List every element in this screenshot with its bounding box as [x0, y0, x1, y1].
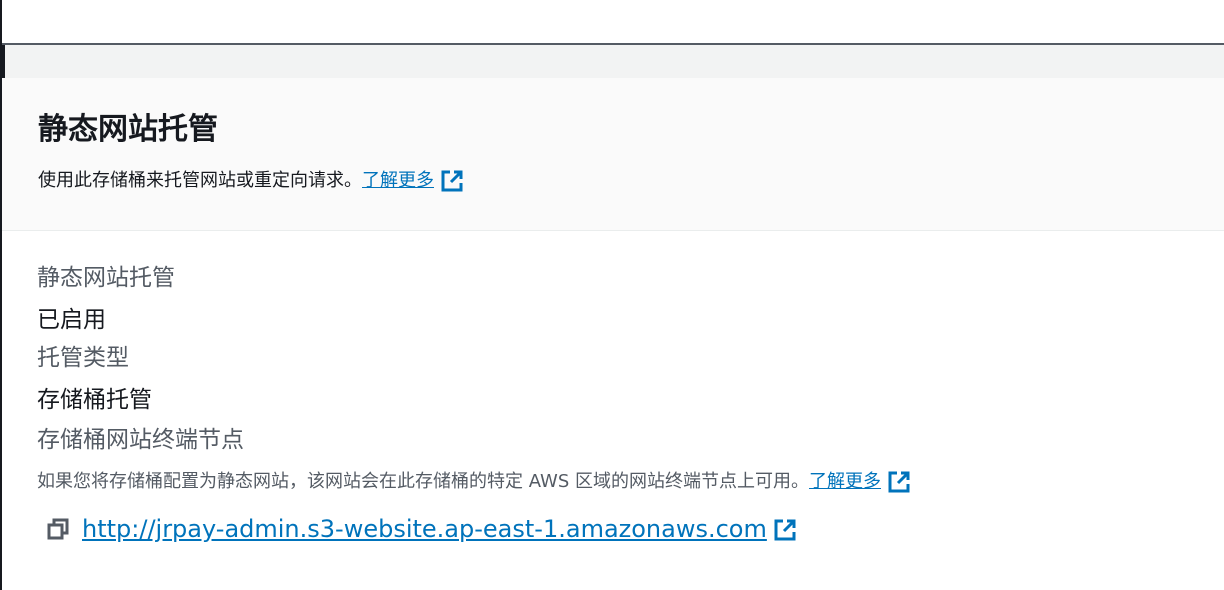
- learn-more-label: 了解更多: [362, 170, 434, 191]
- endpoint-learn-more-link[interactable]: 了解更多: [809, 471, 911, 493]
- copy-icon[interactable]: [46, 517, 70, 541]
- panel-content: 静态网站托管 已启用 托管类型 存储桶托管 存储桶网站终端节点 如果您将存储桶配…: [2, 231, 1224, 590]
- endpoint-learn-more-label: 了解更多: [809, 471, 881, 492]
- endpoint-url-link[interactable]: http://jrpay-admin.s3-website.ap-east-1.…: [82, 515, 797, 543]
- external-link-icon: [888, 471, 910, 493]
- external-link-icon: [441, 170, 463, 192]
- gray-band-edge: [2, 45, 5, 78]
- panel-title: 静态网站托管: [38, 112, 218, 147]
- endpoint-row: http://jrpay-admin.s3-website.ap-east-1.…: [46, 513, 797, 545]
- panel-description: 使用此存储桶来托管网站或重定向请求。了解更多: [38, 169, 464, 193]
- external-link-icon: [774, 519, 796, 541]
- static-hosting-value: 已启用: [37, 307, 106, 333]
- top-blank-area: [2, 0, 1224, 43]
- endpoint-url: http://jrpay-admin.s3-website.ap-east-1.…: [82, 515, 767, 543]
- endpoint-hint-text: 如果您将存储桶配置为静态网站，该网站会在此存储桶的特定 AWS 区域的网站终端节…: [37, 471, 809, 492]
- learn-more-link[interactable]: 了解更多: [362, 170, 464, 192]
- panel-header: 静态网站托管 使用此存储桶来托管网站或重定向请求。了解更多: [2, 78, 1224, 231]
- endpoint-label: 存储桶网站终端节点: [37, 427, 244, 453]
- hosting-type-value: 存储桶托管: [37, 387, 152, 413]
- static-hosting-label: 静态网站托管: [37, 265, 175, 291]
- endpoint-hint: 如果您将存储桶配置为静态网站，该网站会在此存储桶的特定 AWS 区域的网站终端节…: [37, 469, 911, 495]
- gray-band: [2, 45, 1224, 78]
- hosting-type-label: 托管类型: [37, 345, 129, 371]
- panel-description-text: 使用此存储桶来托管网站或重定向请求。: [38, 170, 362, 191]
